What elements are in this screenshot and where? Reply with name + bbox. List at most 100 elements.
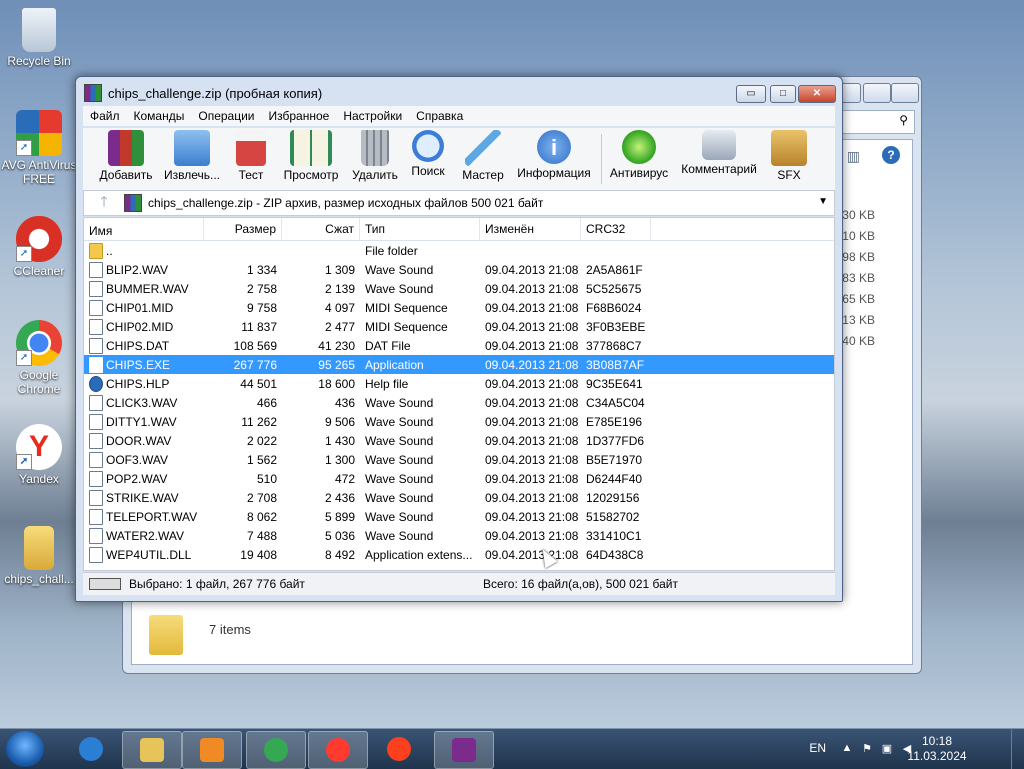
file-name: OOF3.WAV [84,451,204,468]
taskbar-app-explorer[interactable] [122,731,182,769]
table-row[interactable]: CHIP02.MID 11 837 2 477 MIDI Sequence 09.04.… [84,317,834,336]
maximize-button[interactable]: □ [770,85,796,103]
desktop-icon-chrome[interactable]: ➚ Google Chrome [1,320,77,396]
file-name-text: POP2.WAV [106,471,168,486]
preview-pane-icon[interactable]: ▥ [847,148,860,165]
start-button[interactable] [6,731,44,767]
delete-button[interactable]: Удалить [349,130,401,182]
toolbar-label: Извлечь... [163,168,220,182]
sfx-button[interactable]: SFX [767,130,811,182]
file-icon [89,356,103,373]
test-button[interactable]: Тест [231,130,271,182]
taskbar-app-yandex-browser[interactable] [308,731,368,769]
chevron-down-icon[interactable]: ▼ [818,196,828,207]
column-crc32[interactable]: CRC32 [581,218,651,240]
file-type: Wave Sound [365,490,434,505]
taskbar-app-chrome[interactable] [246,731,306,769]
table-row[interactable]: CHIPS.DAT 108 569 41 230 DAT File 09.04.2013… [84,336,834,355]
menu-settings[interactable]: Настройки [343,109,402,123]
search-input[interactable]: ⚲ [833,110,915,134]
table-row[interactable]: OOF3.WAV 1 562 1 300 Wave Sound 09.04.2013 2… [84,450,834,469]
column-name[interactable]: Имя [84,218,204,240]
table-row[interactable]: WEP4UTIL.DLL 19 408 8 492 Application exten… [84,545,834,564]
menu-file[interactable]: Файл [90,109,120,123]
table-row[interactable]: BUMMER.WAV 2 758 2 139 Wave Sound 09.04.2013… [84,279,834,298]
maximize-button[interactable] [863,83,891,103]
table-row[interactable]: WATER2.WAV 7 488 5 036 Wave Sound 09.04.2013… [84,526,834,545]
desktop-icon-yandex[interactable]: Y ➚ Yandex [1,424,77,486]
menu-favorites[interactable]: Избранное [269,109,330,123]
test-clipboard-icon [236,130,266,166]
menu-operations[interactable]: Операции [198,109,254,123]
table-row[interactable]: DOOR.WAV 2 022 1 430 Wave Sound 09.04.2013 2… [84,431,834,450]
table-row[interactable]: STRIKE.WAV 2 708 2 436 Wave Sound 09.04.2013… [84,488,834,507]
file-size: 9 758 [246,300,277,315]
drive-icon [89,578,121,590]
table-row[interactable]: CHIPS.EXE 267 776 95 265 Application 09.04.2… [84,355,834,374]
column-type[interactable]: Тип [360,218,480,240]
desktop-icon-label: Recycle Bin [7,54,71,68]
file-packed: 436 [334,395,355,410]
file-modified: 09.04.2013 21:08 [485,300,579,315]
toolbar-separator [601,134,602,184]
desktop-icon-chips-folder[interactable]: chips_chall... [1,526,77,586]
comment-icon [702,130,736,160]
file-packed: 2 436 [324,490,355,505]
info-button[interactable]: i Информация [515,130,593,180]
extract-folder-icon [174,130,210,166]
close-button[interactable]: ✕ [798,85,836,103]
column-modified[interactable]: Изменён [480,218,581,240]
column-packed[interactable]: Сжат [282,218,360,240]
tray-arrow-icon[interactable]: ▲ [840,742,854,756]
file-type: Wave Sound [365,528,434,543]
wizard-button[interactable]: Мастер [461,130,505,182]
column-size[interactable]: Размер [204,218,282,240]
file-size: 11 837 [241,319,277,334]
taskbar-app-winrar[interactable] [434,731,494,769]
find-button[interactable]: Поиск [407,130,449,178]
language-indicator[interactable]: EN [809,741,826,755]
menu-commands[interactable]: Команды [134,109,185,123]
network-icon[interactable]: ▣ [880,742,894,756]
desktop-icon-avg[interactable]: ➚ AVG AntiVirus FREE [1,110,77,186]
flag-icon[interactable]: ⚑ [860,742,874,756]
show-desktop-button[interactable] [1011,729,1024,769]
up-arrow-icon[interactable]: 🡑 [84,191,124,215]
file-name-text: TELEPORT.WAV [106,509,198,524]
table-row[interactable]: CLICK3.WAV 466 436 Wave Sound 09.04.2013 21:… [84,393,834,412]
clock[interactable]: 10:18 11.03.2024 [902,734,972,764]
table-row[interactable]: .. File folder [84,241,834,260]
extract-button[interactable]: Извлечь... [161,130,223,182]
file-modified: 09.04.2013 21:08 [485,376,579,391]
file-list[interactable]: Имя Размер Сжат Тип Изменён CRC32 .. File… [83,217,835,571]
table-row[interactable]: TELEPORT.WAV 8 062 5 899 Wave Sound 09.04.20… [84,507,834,526]
antivirus-button[interactable]: Антивирус [607,130,671,180]
taskbar-app-ie[interactable] [62,731,120,767]
winrar-window[interactable]: chips_challenge.zip (пробная копия) ▭ □ … [75,76,843,602]
address-bar[interactable]: 🡑 chips_challenge.zip - ZIP архив, разме… [83,190,835,216]
taskbar-app-media[interactable] [182,731,242,769]
minimize-button[interactable]: ▭ [736,85,766,103]
file-name: CHIPS.DAT [84,337,204,354]
taskbar-app-yandex[interactable] [370,731,428,767]
file-name-text: BUMMER.WAV [106,281,189,296]
file-modified: 09.04.2013 21:08 [485,509,579,524]
comment-button[interactable]: Комментарий [679,130,759,176]
help-icon[interactable]: ? [882,146,900,164]
table-row[interactable]: BLIP2.WAV 1 334 1 309 Wave Sound 09.04.2013 … [84,260,834,279]
desktop-icon-ccleaner[interactable]: ➚ CCleaner [1,216,77,278]
file-crc: D6244F40 [586,471,643,486]
close-button[interactable] [891,83,919,103]
file-modified: 09.04.2013 21:08 [485,490,579,505]
table-row[interactable]: CHIPS.HLP 44 501 18 600 Help file 09.04.2013… [84,374,834,393]
file-type: Wave Sound [365,262,434,277]
toolbar-label: SFX [777,168,801,182]
table-row[interactable]: DITTY1.WAV 11 262 9 506 Wave Sound 09.04.201… [84,412,834,431]
file-modified: 09.04.2013 21:08 [485,433,579,448]
desktop-icon-recycle-bin[interactable]: Recycle Bin [1,8,77,68]
table-row[interactable]: POP2.WAV 510 472 Wave Sound 09.04.2013 21:08… [84,469,834,488]
add-button[interactable]: Добавить [97,130,155,182]
table-row[interactable]: CHIP01.MID 9 758 4 097 MIDI Sequence 09.04.2… [84,298,834,317]
menu-help[interactable]: Справка [416,109,463,123]
view-button[interactable]: Просмотр [281,130,341,182]
